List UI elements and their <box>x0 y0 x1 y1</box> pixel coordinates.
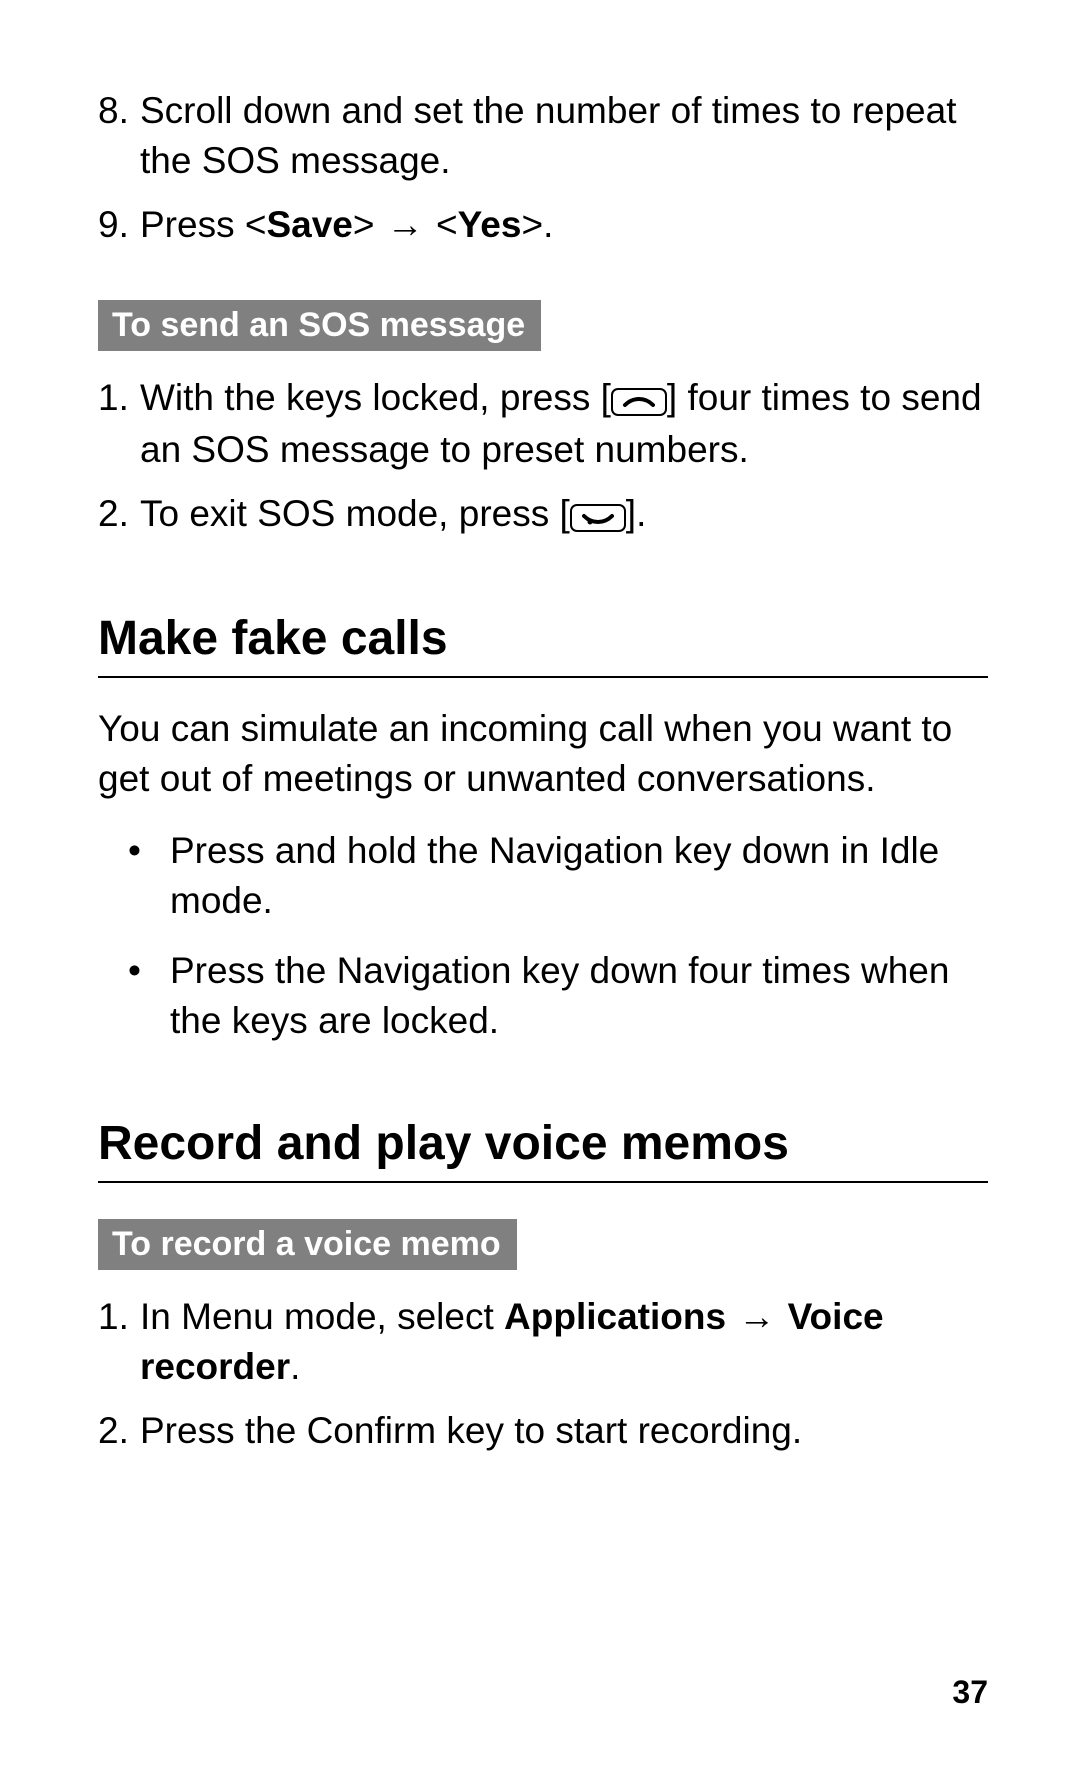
sub-heading-sos-send: To send an SOS message <box>98 300 541 351</box>
list-item: • Press and hold the Navigation key down… <box>98 826 988 926</box>
bullet-icon: • <box>98 826 170 926</box>
section-title-voice-memos: Record and play voice memos <box>98 1116 988 1183</box>
step-text: With the keys locked, press [] four time… <box>140 373 988 475</box>
step-number: 8. <box>98 86 140 186</box>
sub-heading-record-memo: To record a voice memo <box>98 1219 517 1270</box>
step-text: In Menu mode, select Applications → Voic… <box>140 1292 988 1392</box>
step-number: 2. <box>98 1406 140 1456</box>
bullet-icon: • <box>98 946 170 1046</box>
list-item: 1. In Menu mode, select Applications → V… <box>98 1292 988 1392</box>
step-text: Scroll down and set the number of times … <box>140 86 988 186</box>
page-number: 37 <box>952 1674 988 1711</box>
voice-memo-list: 1. In Menu mode, select Applications → V… <box>98 1292 988 1456</box>
call-icon <box>611 375 667 425</box>
step-text: Press the Confirm key to start recording… <box>140 1406 988 1456</box>
bullet-text: Press and hold the Navigation key down i… <box>170 826 988 926</box>
step-number: 2. <box>98 489 140 541</box>
end-icon <box>570 491 626 541</box>
list-item: • Press the Navigation key down four tim… <box>98 946 988 1046</box>
prev-steps-list: 8. Scroll down and set the number of tim… <box>98 86 988 250</box>
sos-send-list: 1. With the keys locked, press [] four t… <box>98 373 988 541</box>
manual-page: 8. Scroll down and set the number of tim… <box>0 0 1080 1771</box>
section-title-fake-calls: Make fake calls <box>98 611 988 678</box>
list-item: 2. To exit SOS mode, press []. <box>98 489 988 541</box>
arrow-icon: → <box>385 200 426 250</box>
list-item: 8. Scroll down and set the number of tim… <box>98 86 988 186</box>
step-number: 1. <box>98 373 140 475</box>
step-number: 9. <box>98 200 140 250</box>
list-item: 2. Press the Confirm key to start record… <box>98 1406 988 1456</box>
step-text: Press <Save> → <Yes>. <box>140 200 988 250</box>
fake-calls-bullets: • Press and hold the Navigation key down… <box>98 826 988 1046</box>
list-item: 1. With the keys locked, press [] four t… <box>98 373 988 475</box>
fake-calls-intro: You can simulate an incoming call when y… <box>98 704 988 804</box>
step-number: 1. <box>98 1292 140 1392</box>
arrow-icon: → <box>736 1292 777 1342</box>
list-item: 9. Press <Save> → <Yes>. <box>98 200 988 250</box>
bullet-text: Press the Navigation key down four times… <box>170 946 988 1046</box>
step-text: To exit SOS mode, press []. <box>140 489 988 541</box>
